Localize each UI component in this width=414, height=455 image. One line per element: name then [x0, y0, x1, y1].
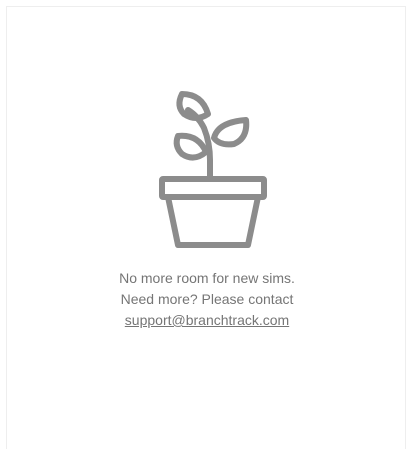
plant-in-pot-icon: [159, 91, 267, 248]
empty-state-message: No more room for new sims. Need more? Pl…: [0, 268, 414, 331]
support-email-link[interactable]: support@branchtrack.com: [125, 312, 289, 328]
leaf-left: [173, 132, 209, 161]
pot-rim: [159, 176, 267, 200]
pot-body: [165, 194, 261, 248]
page: No more room for new sims. Need more? Pl…: [0, 0, 414, 455]
leaf-right: [211, 117, 250, 148]
message-line-3: support@branchtrack.com: [0, 310, 414, 331]
message-line-2: Need more? Please contact: [120, 291, 294, 307]
message-line-1: No more room for new sims.: [119, 270, 295, 286]
